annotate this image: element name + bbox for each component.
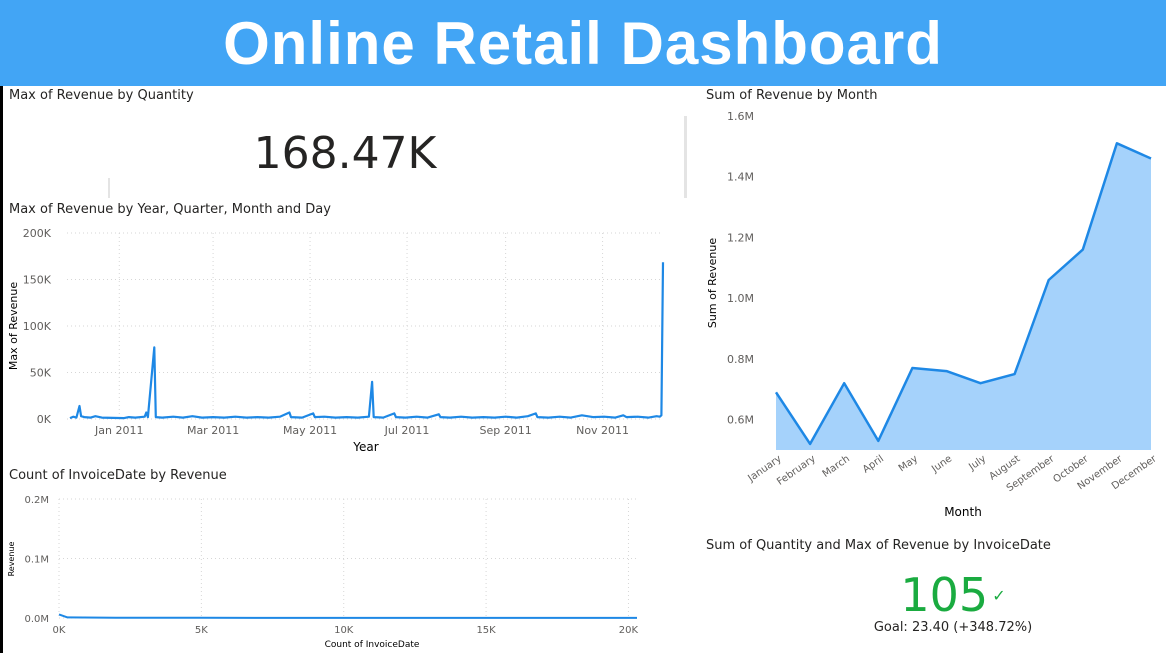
dashboard-header: Online Retail Dashboard — [0, 0, 1166, 86]
chart1-xtick-label: Mar 2011 — [187, 424, 239, 437]
chart1-xlabel: Year — [352, 440, 378, 454]
chart3-xtick-label: 5K — [195, 625, 208, 636]
card-max-revenue-by-quantity[interactable]: Max of Revenue by Quantity 168.47K — [3, 86, 687, 198]
chart2-ytick-label: 1.4M — [727, 171, 754, 184]
chart3-ytick-label: 0.2M — [24, 495, 49, 506]
chart2-xtick-label: June — [929, 453, 954, 475]
chart-sum-revenue-by-month[interactable]: Sum of Revenue by Month 0.6M 0.8M 1.0M 1.2M… — [700, 86, 1166, 526]
chart3-series-line — [58, 613, 637, 619]
kpi-value: 105 — [900, 568, 989, 622]
chart2-ylabel: Sum of Revenue — [706, 238, 719, 328]
card-edge-right — [684, 116, 687, 198]
chart3-xtick-label: 20K — [619, 625, 639, 636]
chart2-xtick-label: March — [821, 453, 852, 479]
chart2-ytick-label: 1.0M — [727, 292, 754, 305]
kpi-title: Sum of Quantity and Max of Revenue by In… — [706, 538, 1051, 553]
chart2-xtick-label: April — [861, 453, 886, 475]
kpi-value-wrap: 105 ✓ — [740, 568, 1166, 622]
chart1-ylabel: Max of Revenue — [7, 282, 20, 370]
card-value: 168.47K — [253, 128, 437, 179]
chart-max-revenue-by-date[interactable]: Max of Revenue by Year, Quarter, Month a… — [3, 200, 687, 462]
chart3-xlabel: Count of InvoiceDate — [325, 640, 420, 650]
chart1-ytick-label: 150K — [23, 274, 52, 287]
chart3-xtick-label: 15K — [476, 625, 496, 636]
card-edge-left — [108, 178, 110, 198]
chart2-xtick-label: May — [897, 453, 920, 474]
kpi-goal: Goal: 23.40 (+348.72%) — [873, 620, 1033, 635]
checkmark-icon: ✓ — [992, 586, 1006, 605]
chart1-ytick-label: 0K — [37, 413, 52, 426]
chart3-xtick-label: 0K — [53, 625, 66, 636]
chart2-ytick-label: 1.6M — [727, 110, 754, 123]
chart1-xtick-label: May 2011 — [283, 424, 337, 437]
chart2-xtick-label: July — [966, 453, 988, 473]
chart3-ytick-label: 0.0M — [24, 614, 49, 625]
chart3-ylabel: Revenue — [7, 542, 16, 577]
chart1-series-line — [69, 262, 665, 420]
dashboard-title: Online Retail Dashboard — [223, 9, 943, 77]
chart1-xtick-label: Jan 2011 — [94, 424, 143, 437]
chart-count-invoicedate-by-revenue[interactable]: Count of InvoiceDate by Revenue 0.0M 0.1M… — [3, 466, 687, 653]
chart1-ytick-label: 100K — [23, 320, 52, 333]
chart2-xtick-label: February — [775, 453, 818, 487]
chart3-xtick-label: 10K — [334, 625, 354, 636]
chart2-ytick-label: 0.8M — [727, 353, 754, 366]
chart2-ytick-label: 0.6M — [727, 414, 754, 427]
chart3-svg: 0.0M 0.1M 0.2M 0K 5K 10K 15K 20K Count of Invo… — [7, 495, 639, 650]
chart1-svg: 0K 50K 100K 150K 200K Jan 2011 Mar 2011 May 20… — [7, 227, 665, 454]
chart1-ytick-label: 50K — [30, 367, 52, 380]
chart1-ytick-label: 200K — [23, 227, 52, 240]
chart1-xtick-label: Nov 2011 — [576, 424, 629, 437]
chart1-xtick-label: Jul 2011 — [384, 424, 430, 437]
chart2-ytick-label: 1.2M — [727, 231, 754, 244]
chart1-xtick-label: Sep 2011 — [479, 424, 531, 437]
chart2-xlabel: Month — [944, 505, 982, 519]
chart3-ytick-label: 0.1M — [24, 555, 49, 566]
card-title: Max of Revenue by Quantity — [9, 88, 194, 103]
chart2-svg: 0.6M0.8M1.0M1.2M1.4M1.6M JanuaryFebruary… — [706, 110, 1159, 519]
